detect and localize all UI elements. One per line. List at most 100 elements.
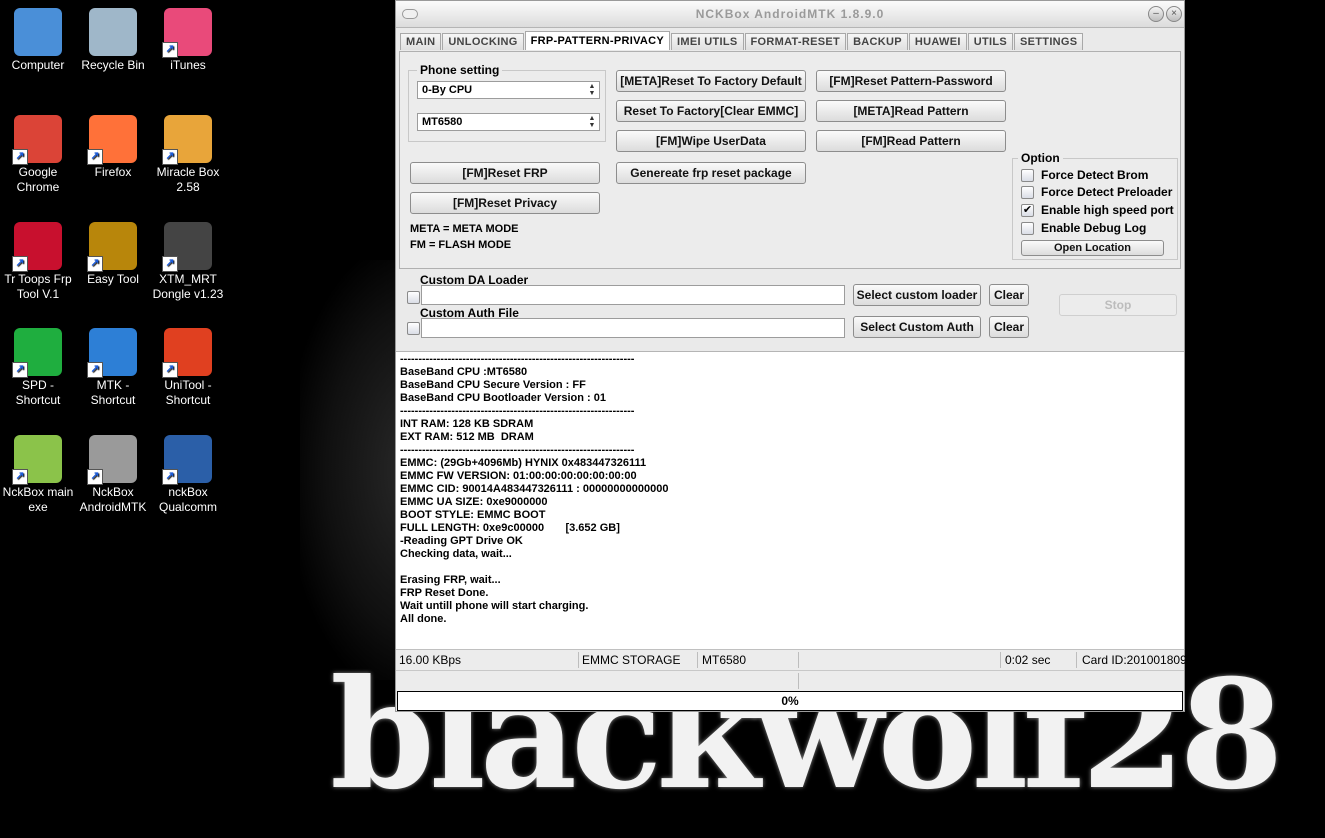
progress-bar: 0% [397,691,1183,711]
option-label-text: Force Detect Preloader [1041,185,1173,199]
clear-auth-button[interactable]: Clear [989,316,1029,338]
log-line: EXT RAM: 512 MB DRAM [400,431,534,443]
desktop-icon[interactable]: ↗ Firefox [75,115,151,180]
recycle-bin-icon [89,8,137,56]
log-line: Checking data, wait... [400,548,512,560]
status-time: 0:02 sec [1005,653,1051,667]
title-bar[interactable]: NCKBox AndroidMTK 1.8.9.0 – × [396,1,1184,28]
stop-button[interactable]: Stop [1059,294,1177,316]
desktop-icon-label: SPD - Shortcut [15,378,61,407]
shortcut-arrow-icon: ↗ [162,469,178,485]
status-separator [578,652,579,668]
log-line: BaseBand CPU :MT6580 [400,366,528,378]
tab-format-reset[interactable]: FORMAT-RESET [744,33,847,50]
status-separator [798,652,799,668]
option-enable-debug-log[interactable]: Enable Debug Log [1021,220,1146,236]
tab-main[interactable]: MAIN [400,33,442,50]
shortcut-arrow-icon: ↗ [162,149,178,165]
computer-icon [14,8,62,56]
spd-icon: ↗ [12,328,62,378]
spinner-arrows-icon[interactable]: ▲ ▼ [587,83,597,97]
custom-da-checkbox[interactable] [407,291,420,304]
tab-huawei[interactable]: HUAWEI [908,33,967,50]
close-button[interactable]: × [1166,6,1182,22]
log-line: EMMC CID: 90014A483447326111 : 000000000… [400,483,669,495]
fm-reset-privacy-button[interactable]: [FM]Reset Privacy [410,192,600,214]
option-label-text: Enable Debug Log [1041,221,1147,235]
option-force-detect-brom[interactable]: Force Detect Brom [1021,167,1148,183]
mode-select-value: 0-By CPU [422,84,473,96]
desktop-icon[interactable]: ↗ Google Chrome [0,115,76,195]
desktop-icon[interactable]: ↗ MTK - Shortcut [75,328,151,408]
fm-reset-pattern-password-button[interactable]: [FM]Reset Pattern-Password [816,70,1006,92]
desktop-icon[interactable]: ↗ iTunes [150,8,226,73]
shortcut-arrow-icon: ↗ [87,149,103,165]
log-line: ----------------------------------------… [400,405,635,417]
custom-auth-checkbox[interactable] [407,322,420,335]
meta-reset-factory-button[interactable]: [META]Reset To Factory Default [616,70,806,92]
unitool-icon: ↗ [162,328,212,378]
desktop-icon[interactable]: ↗ Easy Tool [75,222,151,287]
option-enable-high-speed-port[interactable]: ✔ Enable high speed port [1021,202,1174,218]
shortcut-arrow-icon: ↗ [87,469,103,485]
shortcut-arrow-icon: ↗ [87,362,103,378]
desktop-icon-label: Tr Toops Frp Tool V.1 [4,272,72,301]
spinner-arrows-icon[interactable]: ▲ ▼ [587,115,597,129]
clear-da-button[interactable]: Clear [989,284,1029,306]
mtk-icon: ↗ [87,328,137,378]
reset-factory-clear-emmc-button[interactable]: Reset To Factory[Clear EMMC] [616,100,806,122]
cpu-select[interactable]: MT6580 ▲ ▼ [417,113,600,131]
minimize-button[interactable]: – [1148,6,1164,22]
tab-frp-pattern-privacy[interactable]: FRP-PATTERN-PRIVACY [524,31,671,50]
tab-utils[interactable]: UTILS [967,33,1014,50]
shortcut-arrow-icon: ↗ [12,362,28,378]
easy-tool-icon: ↗ [87,222,137,272]
select-custom-auth-button[interactable]: Select Custom Auth [853,316,981,338]
log-line: FULL LENGTH: 0xe9c00000 [3.652 GB] [400,522,620,534]
desktop-icon[interactable]: ↗ UniTool - Shortcut [150,328,226,408]
custom-auth-input[interactable] [421,318,845,338]
mode-select[interactable]: 0-By CPU ▲ ▼ [417,81,600,99]
desktop-icon[interactable]: ↗ Tr Toops Frp Tool V.1 [0,222,76,302]
desktop-icon[interactable]: ↗ nckBox Qualcomm [150,435,226,515]
desktop-icon-label: NckBox main exe [2,485,74,514]
desktop-icon[interactable]: ↗ NckBox main exe [0,435,76,515]
meta-read-pattern-button[interactable]: [META]Read Pattern [816,100,1006,122]
checkbox[interactable] [1021,221,1034,235]
frp-panel: Phone setting 0-By CPU ▲ ▼ MT6580 ▲ ▼ [MET… [399,51,1181,269]
meta-mode-legend: META = META MODE [410,223,519,235]
desktop-icon[interactable]: ↗ SPD - Shortcut [0,328,76,408]
tab-bar: MAIN UNLOCKING FRP-PATTERN-PRIVACY IMEI … [400,31,1084,51]
window-title: NCKBox AndroidMTK 1.8.9.0 [695,7,885,21]
open-location-button[interactable]: Open Location [1021,240,1164,256]
status-separator [1000,652,1001,668]
option-label-text: Force Detect Brom [1041,168,1149,182]
desktop-icon[interactable]: ↗ Miracle Box 2.58 [150,115,226,195]
log-line: -Reading GPT Drive OK [400,535,523,547]
fm-wipe-userdata-button[interactable]: [FM]Wipe UserData [616,130,806,152]
fm-read-pattern-button[interactable]: [FM]Read Pattern [816,130,1006,152]
tab-settings[interactable]: SETTINGS [1014,33,1084,50]
generate-frp-package-button[interactable]: Genereate frp reset package [616,162,806,184]
option-label: Option [1018,151,1063,165]
option-force-detect-preloader[interactable]: Force Detect Preloader [1021,184,1172,200]
shortcut-arrow-icon: ↗ [162,362,178,378]
tab-imei-utils[interactable]: IMEI UTILS [671,33,744,50]
checkbox-checked[interactable]: ✔ [1021,203,1034,217]
shortcut-arrow-icon: ↗ [162,256,178,272]
checkbox[interactable] [1021,185,1034,199]
shortcut-arrow-icon: ↗ [12,256,28,272]
desktop-icon[interactable]: Computer [0,8,76,73]
fm-reset-frp-button[interactable]: [FM]Reset FRP [410,162,600,184]
log-line: FRP Reset Done. [400,587,489,599]
shortcut-arrow-icon: ↗ [12,469,28,485]
custom-da-input[interactable] [421,285,845,305]
checkbox[interactable] [1021,168,1034,182]
desktop-icon[interactable]: ↗ NckBox AndroidMTK [75,435,151,515]
tab-unlocking[interactable]: UNLOCKING [442,33,524,50]
desktop-icon[interactable]: ↗ XTM_MRT Dongle v1.23 [150,222,226,302]
select-custom-loader-button[interactable]: Select custom loader [853,284,981,306]
tab-backup[interactable]: BACKUP [847,33,908,50]
desktop-icon[interactable]: Recycle Bin [75,8,151,73]
desktop-icon-label: NckBox AndroidMTK [79,485,147,514]
